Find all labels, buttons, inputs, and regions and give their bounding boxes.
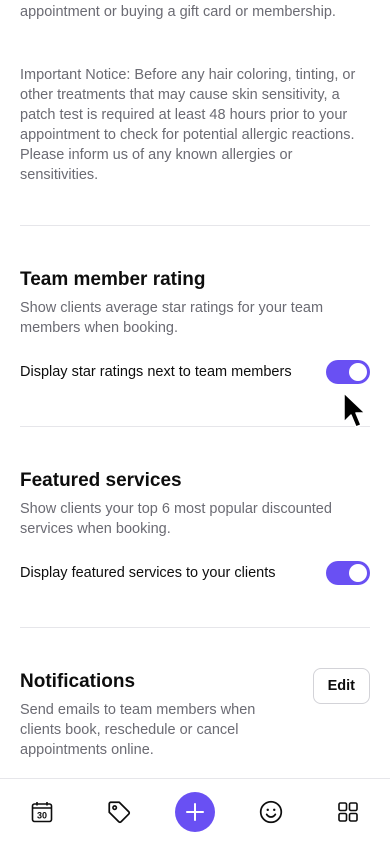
- team-rating-toggle-label: Display star ratings next to team member…: [20, 364, 292, 380]
- nav-sales[interactable]: [97, 790, 141, 834]
- team-rating-toggle[interactable]: [326, 360, 370, 384]
- notifications-section: Notifications Edit Send emails to team m…: [20, 668, 370, 760]
- toggle-knob: [349, 564, 367, 582]
- featured-services-toggle[interactable]: [326, 561, 370, 585]
- important-notice-text: Important Notice: Before any hair colori…: [20, 67, 356, 183]
- add-button[interactable]: [174, 791, 215, 832]
- team-rating-row: Display star ratings next to team member…: [20, 360, 370, 384]
- featured-services-title: Featured services: [20, 470, 182, 491]
- edit-notifications-button[interactable]: Edit: [312, 668, 370, 704]
- notifications-title: Notifications: [20, 671, 136, 692]
- toggle-knob: [349, 363, 367, 381]
- plus-icon: [185, 802, 204, 821]
- featured-services-description: Show clients your top 6 most popular dis…: [20, 501, 332, 537]
- bottom-nav: 30: [0, 778, 390, 844]
- divider: [20, 225, 370, 226]
- nav-more[interactable]: [326, 790, 370, 834]
- smiley-icon: [260, 800, 283, 823]
- calendar-icon: 30: [31, 801, 53, 822]
- featured-services-section: Featured services Show clients your top …: [20, 469, 370, 585]
- featured-services-row: Display featured services to your client…: [20, 561, 370, 585]
- notifications-description: Send emails to team members when clients…: [20, 702, 256, 758]
- divider: [20, 426, 370, 427]
- featured-services-toggle-label: Display featured services to your client…: [20, 565, 276, 581]
- team-rating-description: Show clients average star ratings for yo…: [20, 300, 324, 336]
- team-rating-title: Team member rating: [20, 269, 206, 290]
- intro-text-tail: appointment or buying a gift card or mem…: [20, 4, 336, 20]
- nav-add[interactable]: [173, 790, 217, 834]
- grid-icon: [337, 801, 358, 822]
- nav-calendar[interactable]: 30: [20, 790, 64, 834]
- mouse-cursor-icon: [343, 392, 366, 428]
- tag-icon: [107, 800, 130, 823]
- calendar-day: 30: [37, 810, 47, 820]
- team-rating-section: Team member rating Show clients average …: [20, 268, 370, 384]
- divider: [20, 627, 370, 628]
- notifications-header: Notifications Edit: [20, 668, 370, 704]
- nav-clients[interactable]: [249, 790, 293, 834]
